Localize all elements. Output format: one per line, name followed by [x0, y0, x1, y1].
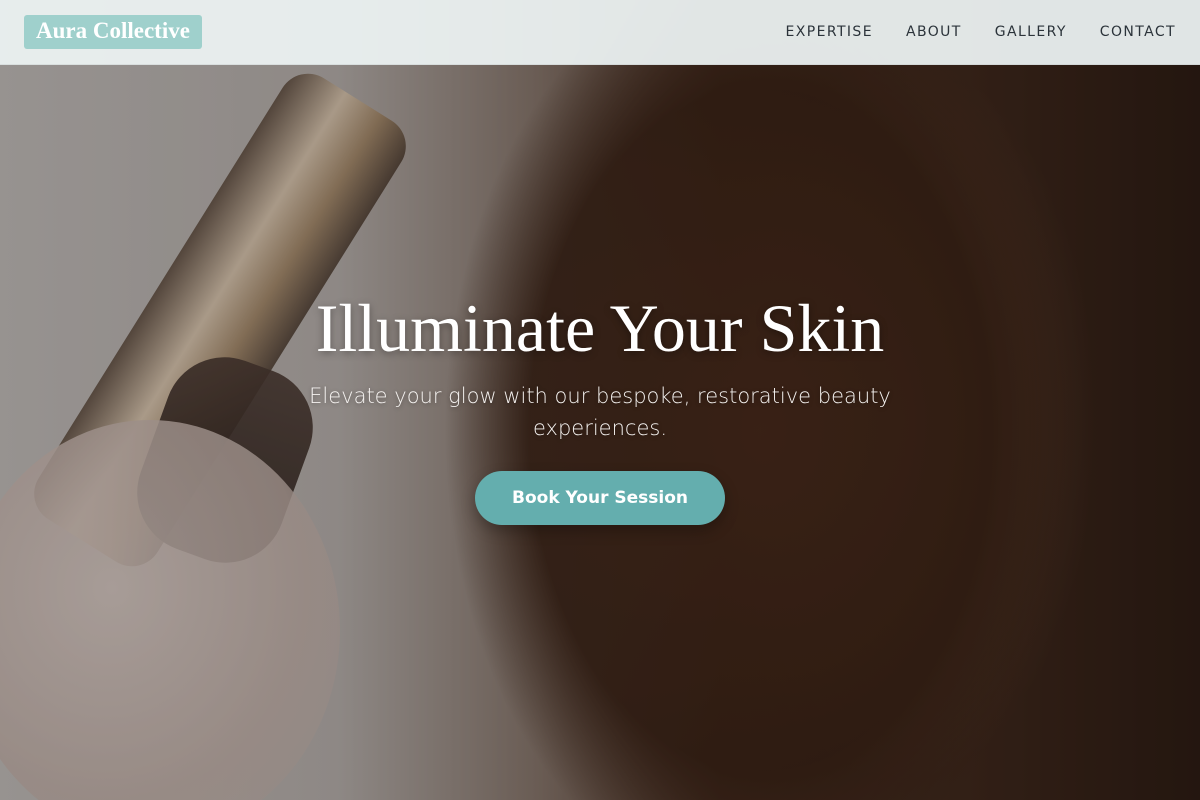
- site-header: Aura Collective EXPERTISE ABOUT GALLERY …: [0, 0, 1200, 65]
- brand-logo[interactable]: Aura Collective: [24, 15, 202, 49]
- nav-link-contact[interactable]: CONTACT: [1100, 24, 1176, 40]
- nav-link-gallery[interactable]: GALLERY: [995, 24, 1067, 40]
- hero-title: Illuminate Your Skin: [315, 290, 885, 366]
- nav-link-about[interactable]: ABOUT: [906, 24, 962, 40]
- hero-subtitle: Elevate your glow with our bespoke, rest…: [309, 384, 891, 440]
- book-session-button[interactable]: Book Your Session: [475, 471, 725, 525]
- nav-link-expertise[interactable]: EXPERTISE: [786, 24, 873, 40]
- hero-content: Illuminate Your Skin Elevate your glow w…: [0, 290, 1200, 525]
- main-nav: EXPERTISE ABOUT GALLERY CONTACT: [786, 24, 1176, 40]
